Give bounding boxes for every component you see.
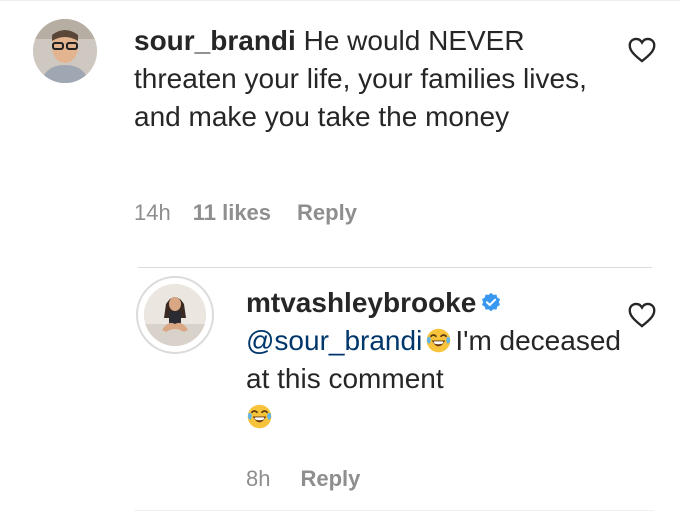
reply-mention-link[interactable]: @sour_brandi — [246, 325, 422, 356]
reply-reply-button[interactable]: Reply — [300, 466, 360, 492]
comment-reply-button[interactable]: Reply — [297, 200, 357, 226]
verified-badge-icon — [482, 292, 501, 312]
heart-outline-icon[interactable] — [628, 302, 656, 328]
reply-divider — [138, 267, 652, 268]
bottom-divider — [134, 510, 654, 511]
avatar-photo-icon — [144, 284, 206, 346]
reply-timestamp[interactable]: 8h — [246, 466, 270, 492]
comment-likes-count[interactable]: 11 likes — [193, 200, 271, 226]
face-with-tears-of-joy-emoji — [247, 404, 272, 429]
comment-meta: 14h 11 likes Reply — [134, 200, 357, 226]
comment-timestamp[interactable]: 14h — [134, 200, 171, 226]
face-with-tears-of-joy-emoji — [427, 328, 451, 353]
avatar-photo-icon — [33, 19, 97, 83]
comment-username[interactable]: sour_brandi — [134, 25, 296, 56]
reply-username[interactable]: mtvashleybrooke — [246, 287, 476, 318]
heart-outline-icon[interactable] — [628, 37, 656, 63]
top-divider — [0, 0, 680, 1]
reply-meta: 8h Reply — [246, 466, 360, 492]
commenter-avatar[interactable] — [33, 19, 97, 83]
reply-body: mtvashleybrooke @sour_brandi I'm decease… — [246, 284, 626, 436]
reply-avatar[interactable] — [144, 284, 206, 346]
comment-body: sour_brandi He would NEVER threaten your… — [134, 22, 604, 136]
